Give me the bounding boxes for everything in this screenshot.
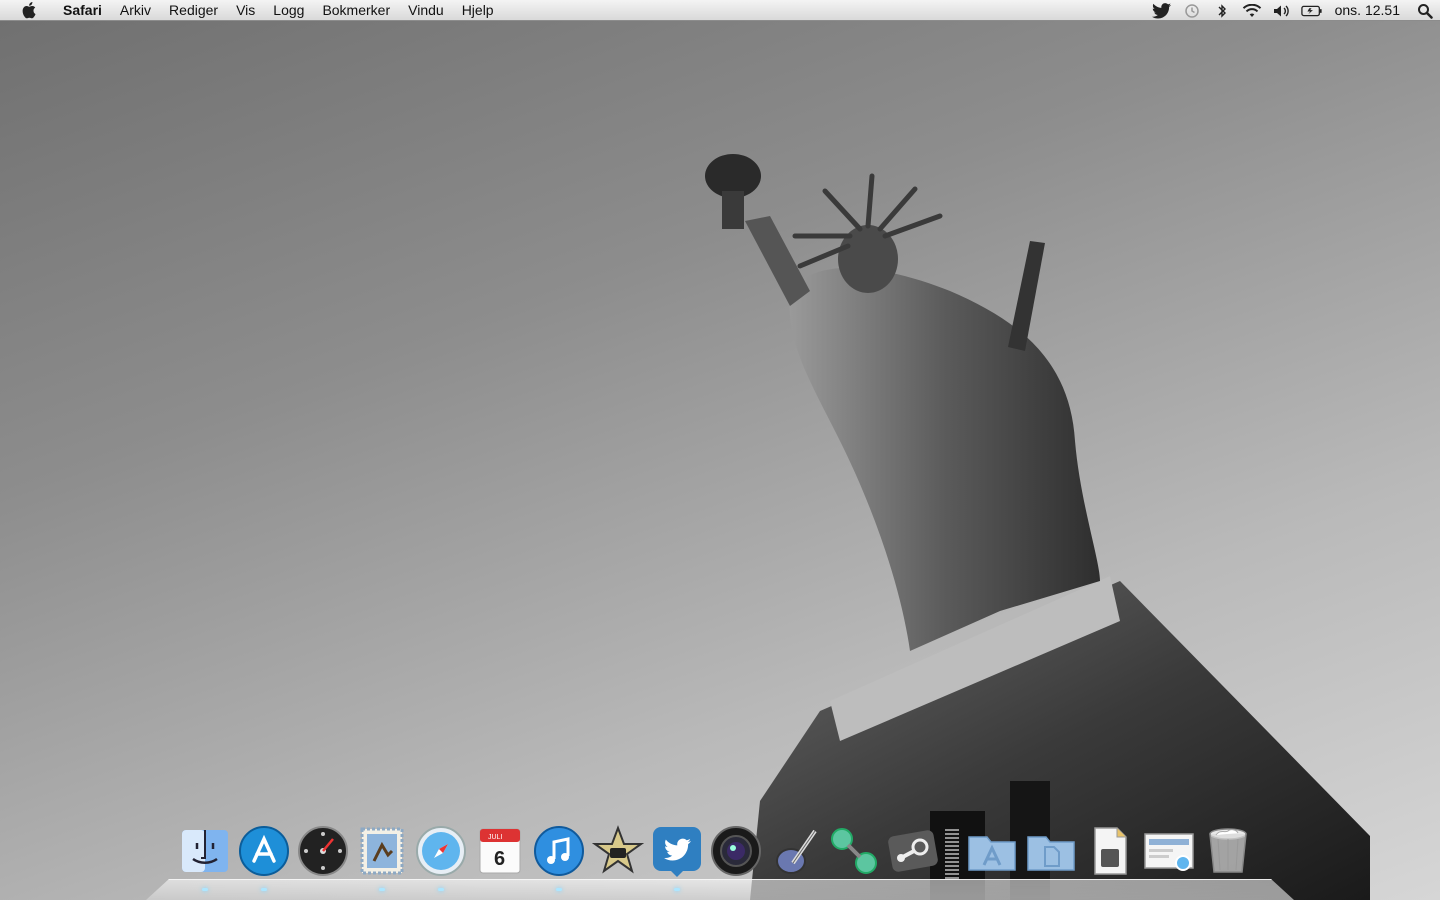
- dock-shelf: [146, 879, 1294, 900]
- calendar-day: 6: [494, 848, 505, 870]
- dock-dashboard[interactable]: [296, 823, 350, 879]
- running-indicator: [202, 888, 208, 891]
- battery-icon[interactable]: [1300, 0, 1323, 21]
- steam-icon: [888, 830, 938, 872]
- menu-clock[interactable]: ons. 12.51: [1327, 0, 1410, 21]
- mail-icon: [360, 827, 404, 875]
- quill-icon: [776, 829, 817, 874]
- dock: JULI 6: [146, 825, 1294, 900]
- menu-hjelp[interactable]: Hjelp: [453, 0, 503, 21]
- network-utility-icon: [831, 828, 877, 874]
- spotlight-search-icon[interactable]: [1410, 3, 1440, 19]
- calendar-month: JULI: [488, 834, 502, 841]
- time-machine-icon[interactable]: [1181, 0, 1203, 21]
- running-indicator: [261, 888, 267, 891]
- volume-icon[interactable]: [1271, 0, 1293, 21]
- finder-icon: [182, 830, 228, 872]
- dock-stack-documents[interactable]: [1024, 823, 1078, 879]
- dock-app-store[interactable]: [237, 823, 291, 891]
- itunes-icon: [534, 826, 584, 876]
- dock-imovie[interactable]: [591, 823, 645, 879]
- dock-mail[interactable]: [355, 823, 409, 891]
- documents-folder-icon: [1027, 836, 1075, 871]
- dock-separator: [945, 829, 959, 879]
- app-store-icon: [239, 826, 289, 876]
- menu-logg[interactable]: Logg: [264, 0, 313, 21]
- menu-app-name[interactable]: Safari: [54, 0, 111, 21]
- applications-folder-icon: [968, 836, 1016, 871]
- document-icon: [1094, 827, 1127, 875]
- dock-script-editor[interactable]: [768, 823, 822, 879]
- calendar-icon: JULI 6: [479, 828, 521, 874]
- dock-stack-web[interactable]: [1142, 823, 1196, 879]
- menu-bokmerker[interactable]: Bokmerker: [313, 0, 399, 21]
- web-preview-icon: [1144, 833, 1194, 871]
- apple-logo-icon[interactable]: [16, 1, 44, 19]
- running-indicator: [556, 888, 562, 891]
- trash-icon: [1209, 828, 1247, 873]
- menu-vindu[interactable]: Vindu: [399, 0, 453, 21]
- dock-finder[interactable]: [178, 823, 232, 891]
- running-indicator: [438, 888, 444, 891]
- imovie-icon: [592, 825, 644, 874]
- menu-bar: Safari Arkiv Rediger Vis Logg Bokmerker …: [0, 0, 1440, 21]
- dock-trash[interactable]: [1201, 823, 1255, 879]
- twitter-bird-icon[interactable]: [1151, 0, 1173, 21]
- dock-calendar[interactable]: JULI 6: [473, 823, 527, 879]
- dock-steam[interactable]: [886, 823, 940, 879]
- running-indicator: [379, 888, 385, 891]
- aperture-icon: [711, 826, 761, 876]
- wifi-icon[interactable]: [1241, 0, 1263, 21]
- dock-stack-document[interactable]: [1083, 823, 1137, 879]
- dock-safari[interactable]: [414, 823, 468, 891]
- safari-icon: [416, 826, 466, 876]
- dashboard-icon: [298, 826, 348, 876]
- dock-network-utility[interactable]: [827, 823, 881, 879]
- dock-stack-applications[interactable]: [965, 823, 1019, 879]
- menu-arkiv[interactable]: Arkiv: [111, 0, 160, 21]
- bluetooth-icon[interactable]: [1211, 0, 1233, 21]
- dock-twitter[interactable]: [650, 823, 704, 891]
- dock-itunes[interactable]: [532, 823, 586, 891]
- running-indicator: [674, 888, 680, 891]
- dock-aperture[interactable]: [709, 823, 763, 879]
- wallpaper-statue: [705, 154, 1370, 900]
- twitter-icon: [653, 827, 701, 877]
- menu-rediger[interactable]: Rediger: [160, 0, 227, 21]
- menu-vis[interactable]: Vis: [227, 0, 264, 21]
